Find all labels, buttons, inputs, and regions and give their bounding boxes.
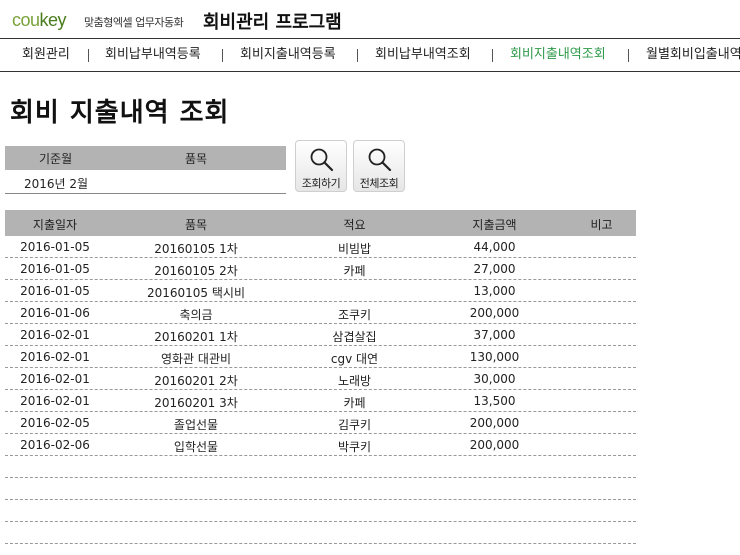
search-button[interactable]: 조회하기 [295,140,347,192]
table-row[interactable]: 2016-01-05 20160105 1차 비빔밥 44,000 [5,236,636,258]
table-row[interactable]: 2016-02-01 20160201 1차 삼겹살집 37,000 [5,324,636,346]
cell-item: 20160201 2차 [154,374,238,388]
cell-desc: 노래방 [337,374,372,388]
col-header-note: 비고 [590,218,613,232]
filter-values: 2016년 2월 [5,170,286,194]
cell-desc: 비빔밥 [337,242,372,256]
month-input[interactable]: 2016년 2월 [24,175,88,192]
item-label: 품목 [185,152,208,166]
col-header-desc: 적요 [343,218,366,232]
cell-desc: 김쿠키 [337,418,372,432]
magnifier-icon [310,148,334,172]
coukey-logo: coukey [12,10,67,31]
cell-amount: 30,000 [473,372,516,386]
table-row[interactable]: 2016-02-05 졸업선물 김쿠키 200,000 [5,412,636,434]
item-input[interactable] [145,175,280,191]
cell-date: 2016-02-01 [20,394,90,408]
cell-date: 2016-01-05 [20,240,90,254]
cell-date: 2016-02-01 [20,350,90,364]
cell-amount: 130,000 [469,350,520,364]
menu-item-expense-register[interactable]: 회비지출내역등록 [240,39,336,71]
cell-desc: 카페 [343,264,366,278]
logo-text-cou: cou [12,10,40,30]
search-button-label: 조회하기 [301,177,341,190]
menu-item-expense-inquiry[interactable]: 회비지출내역조회 [510,39,606,71]
logo-text-key: key [39,10,67,30]
cell-desc: cgv 대연 [330,352,379,366]
tagline: 맞춤형엑셀 업무자동화 [84,16,184,29]
magnifier-icon [368,148,392,172]
page-title: 회비 지출내역 조회 [10,98,230,128]
filter-panel: 기준월 품목 2016년 2월 [5,146,286,197]
cell-amount: 13,500 [473,394,516,408]
main-menu: 회원관리 회비납부내역등록 회비지출내역등록 회비납부내역조회 회비지출내역조회… [0,38,740,72]
table-row[interactable]: 2016-01-05 20160105 택시비 13,000 [5,280,636,302]
cell-amount: 27,000 [473,262,516,276]
table-row[interactable]: 2016-02-01 20160201 3차 카페 13,500 [5,390,636,412]
cell-desc: 조쿠키 [337,308,372,322]
cell-item: 20160105 2차 [154,264,238,278]
menu-separator [357,49,358,62]
search-all-button-label: 전체조회 [359,177,399,190]
menu-separator [222,49,223,62]
table-row[interactable]: 2016-02-06 입학선물 박쿠키 200,000 [5,434,636,456]
menu-item-payment-inquiry[interactable]: 회비납부내역조회 [375,39,471,71]
cell-desc: 카페 [343,396,366,410]
cell-amount: 200,000 [469,438,520,452]
table-row[interactable] [5,478,636,500]
cell-date: 2016-02-01 [20,372,90,386]
table-row[interactable] [5,500,636,522]
menu-item-monthly-summary[interactable]: 월별회비입출내역 [646,39,740,71]
cell-date: 2016-02-06 [20,438,90,452]
top-header: coukey 맞춤형엑셀 업무자동화 회비관리 프로그램 [0,0,740,38]
cell-item: 20160201 3차 [154,396,238,410]
cell-amount: 44,000 [473,240,516,254]
cell-amount: 200,000 [469,416,520,430]
cell-item: 졸업선물 [173,418,219,432]
menu-separator [628,49,629,62]
menu-item-payment-register[interactable]: 회비납부내역등록 [105,39,201,71]
cell-item: 축의금 [179,308,213,322]
cell-desc: 박쿠키 [337,440,372,454]
cell-date: 2016-01-06 [20,306,90,320]
table-row[interactable]: 2016-02-01 20160201 2차 노래방 30,000 [5,368,636,390]
cell-amount: 37,000 [473,328,516,342]
cell-date: 2016-02-01 [20,328,90,342]
table-row[interactable]: 2016-01-05 20160105 2차 카페 27,000 [5,258,636,280]
search-all-button[interactable]: 전체조회 [353,140,405,192]
cell-desc: 삼겹살집 [332,330,377,344]
menu-item-member[interactable]: 회원관리 [22,39,70,71]
table-row[interactable] [5,522,636,544]
cell-item: 입학선물 [173,440,219,454]
expense-table: 지출일자 품목 적요 지출금액 비고 2016-01-05 20160105 1차… [5,210,636,544]
cell-item: 20160105 1차 [154,242,238,256]
table-header: 지출일자 품목 적요 지출금액 비고 [5,210,636,236]
cell-date: 2016-01-05 [20,284,90,298]
menu-separator [492,49,493,62]
cell-date: 2016-02-05 [20,416,90,430]
cell-amount: 13,000 [473,284,516,298]
cell-date: 2016-01-05 [20,262,90,276]
cell-item: 20160201 1차 [154,330,238,344]
table-row[interactable]: 2016-01-06 축의금 조쿠키 200,000 [5,302,636,324]
filter-header: 기준월 품목 [5,146,286,170]
col-header-amount: 지출금액 [472,218,517,232]
table-row[interactable] [5,456,636,478]
col-header-date: 지출일자 [32,218,78,232]
app-title: 회비관리 프로그램 [203,12,342,33]
month-label: 기준월 [39,152,73,166]
cell-amount: 200,000 [469,306,520,320]
menu-separator [88,49,89,62]
cell-item: 20160105 택시비 [146,286,245,300]
cell-item: 영화관 대관비 [160,352,232,366]
col-header-item: 품목 [184,218,208,232]
table-row[interactable]: 2016-02-01 영화관 대관비 cgv 대연 130,000 [5,346,636,368]
